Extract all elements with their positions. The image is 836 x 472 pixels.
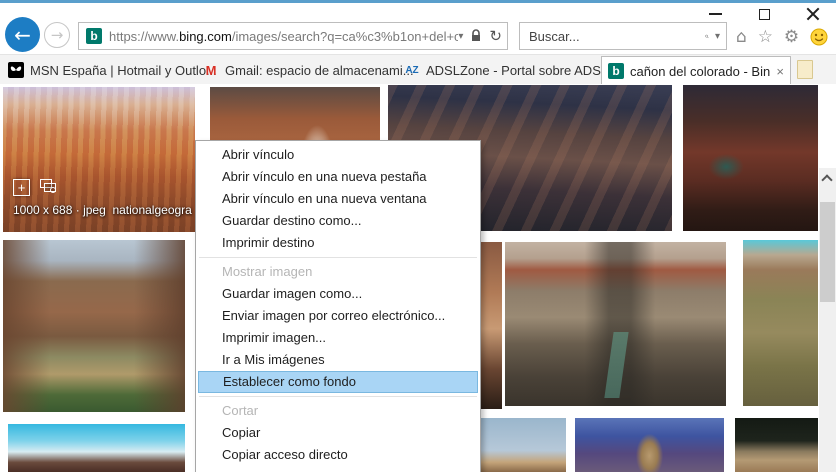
feedback-smiley-icon[interactable] <box>810 28 828 46</box>
favorites-and-tabs-row: MSN España | Hotmail y Outlo... M Gmail:… <box>0 54 836 85</box>
address-bar-tools: ▾ ↻ <box>458 28 502 44</box>
url-domain: bing.com <box>179 28 232 44</box>
favorite-gmail[interactable]: M Gmail: espacio de almacenami... <box>203 55 414 85</box>
thumbnail-pale-sky-rim[interactable] <box>481 418 566 472</box>
url-path: /images/search?q=ca%c3%b1on+del+colorac <box>231 28 459 44</box>
favorite-adslzone[interactable]: AZ ADSLZone - Portal sobre ADSL,... <box>404 55 623 85</box>
window-controls <box>698 4 830 24</box>
menu-item-abrir-vinculo-ventana[interactable]: Abrir vínculo en una nueva ventana <box>196 188 480 210</box>
image-source: nationalgeogra <box>112 203 192 217</box>
menu-item-imprimir-destino[interactable]: Imprimir destino <box>196 232 480 254</box>
image-dimensions: 1000 x 688 <box>13 203 73 217</box>
back-button[interactable]: ← <box>5 17 40 52</box>
menu-item-copiar[interactable]: Copiar <box>196 422 480 444</box>
menu-item-abrir-vinculo[interactable]: Abrir vínculo <box>196 144 480 166</box>
menu-item-imprimir-imagen[interactable]: Imprimir imagen... <box>196 327 480 349</box>
menu-separator <box>199 396 477 397</box>
similar-images-icon[interactable] <box>40 179 58 194</box>
browser-window: ← → b https://www.bing.com/images/search… <box>0 0 836 472</box>
tab-close-icon[interactable]: × <box>776 64 784 79</box>
menu-item-ir-a-mis-imagenes[interactable]: Ir a Mis imágenes <box>196 349 480 371</box>
maximize-icon <box>758 8 770 20</box>
forward-button[interactable]: → <box>44 22 70 48</box>
favorite-msn[interactable]: MSN España | Hotmail y Outlo... <box>8 55 217 85</box>
image-results-grid: + 1000 x 688 · jpeg nationalgeogra Abrir… <box>0 84 836 472</box>
menu-item-mostrar-imagen: Mostrar imagen <box>222 264 313 279</box>
thumbnail-river-gorge[interactable] <box>505 242 726 406</box>
thumbnail-hover-overlay: + 1000 x 688 · jpeg nationalgeogra <box>3 179 195 232</box>
thumbnail-overlay-icons: + <box>13 179 58 196</box>
minimize-icon <box>708 13 722 15</box>
thumbnail-blue-canyon-cairn[interactable] <box>575 418 724 472</box>
home-icon[interactable]: ⌂ <box>736 28 747 46</box>
thumbnail-sky-desert[interactable] <box>8 424 185 472</box>
autocomplete-dropdown-icon[interactable]: ▾ <box>458 31 463 42</box>
tab-title: cañon del colorado - Bing i... <box>630 63 771 79</box>
settings-gear-icon[interactable]: ⚙ <box>784 28 799 46</box>
minimize-button[interactable] <box>698 4 732 24</box>
favorites-star-icon[interactable]: ☆ <box>758 28 773 46</box>
search-dropdown-icon[interactable]: ▾ <box>715 31 720 42</box>
favorite-msn-label: MSN España | Hotmail y Outlo... <box>30 62 217 78</box>
url-prefix: https://www. <box>109 28 180 44</box>
close-button[interactable] <box>796 4 830 24</box>
thumbnail-dark-red-canyon[interactable] <box>683 85 818 231</box>
scroll-up-icon[interactable] <box>821 174 833 186</box>
menu-item-cortar: Cortar <box>222 403 259 418</box>
menu-item-enviar-imagen-correo[interactable]: Enviar imagen por correo electrónico... <box>196 305 480 327</box>
adslzone-favicon: AZ <box>405 64 419 76</box>
similar-images-magnifier <box>50 187 56 193</box>
thumbnail-dark-ridge[interactable] <box>735 418 818 472</box>
search-icon[interactable] <box>705 29 709 44</box>
menu-item-abrir-vinculo-pestana[interactable]: Abrir vínculo en una nueva pestaña <box>196 166 480 188</box>
close-icon <box>806 7 820 21</box>
thumbnail-river-canyon[interactable] <box>3 240 185 412</box>
search-input[interactable] <box>529 28 705 44</box>
forward-arrow-icon: → <box>50 26 64 44</box>
thumbnail-meta-text: 1000 x 688 · jpeg nationalgeogra <box>13 203 192 217</box>
refresh-icon[interactable]: ↻ <box>489 28 502 44</box>
msn-favicon <box>8 62 24 78</box>
menu-item-copiar-acceso-directo[interactable]: Copiar acceso directo <box>196 444 480 466</box>
menu-item-pegar: Pegar <box>196 466 480 472</box>
maximize-button[interactable] <box>747 4 781 24</box>
search-box[interactable]: ▾ <box>519 22 727 50</box>
add-to-collection-icon[interactable]: + <box>13 179 30 196</box>
favorite-gmail-label: Gmail: espacio de almacenami... <box>225 62 414 78</box>
menu-item-guardar-imagen[interactable]: Guardar imagen como... <box>196 283 480 305</box>
tab-bing-favicon: b <box>608 63 624 79</box>
menu-item-guardar-destino[interactable]: Guardar destino como... <box>196 210 480 232</box>
vertical-scrollbar[interactable] <box>819 168 836 472</box>
thumbnail-olive-canyon[interactable] <box>743 240 818 406</box>
lock-icon <box>472 29 481 41</box>
address-bar[interactable]: b https://www.bing.com/images/search?q=c… <box>78 22 508 50</box>
context-menu: Abrir vínculo Abrir vínculo en una nueva… <box>195 140 481 472</box>
menu-separator <box>199 257 477 258</box>
navbar-action-icons: ⌂ ☆ ⚙ <box>736 26 828 48</box>
favorite-adslzone-label: ADSLZone - Portal sobre ADSL,... <box>426 62 623 78</box>
new-tab-button[interactable] <box>797 60 813 79</box>
image-format: jpeg <box>83 203 106 217</box>
meta-separator: · <box>75 203 80 217</box>
bing-favicon: b <box>86 28 102 44</box>
back-arrow-icon: ← <box>14 22 31 47</box>
tab-canon-del-colorado[interactable]: b cañon del colorado - Bing i... × <box>601 56 791 85</box>
url-text: https://www.bing.com/images/search?q=ca%… <box>109 29 458 44</box>
gmail-favicon: M <box>205 62 217 78</box>
scrollbar-thumb[interactable] <box>820 202 835 302</box>
menu-item-establecer-como-fondo[interactable]: Establecer como fondo <box>198 371 478 393</box>
